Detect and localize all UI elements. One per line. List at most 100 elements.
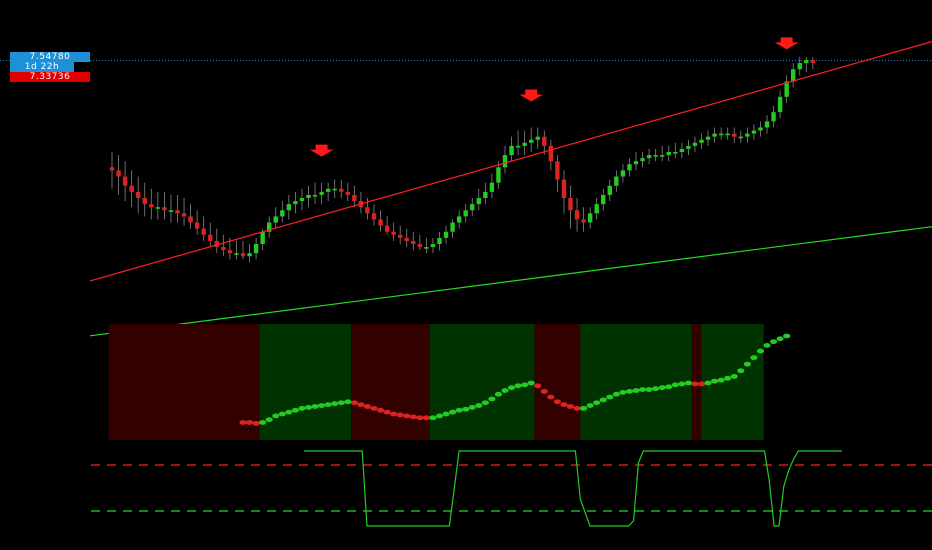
trend-dot bbox=[737, 368, 745, 374]
candle-body bbox=[247, 253, 252, 257]
candle-body bbox=[273, 216, 278, 223]
candle-body bbox=[771, 112, 776, 122]
candle-body bbox=[732, 133, 737, 137]
trend-dot bbox=[704, 380, 712, 386]
trend-dot bbox=[331, 401, 339, 407]
candle-body bbox=[437, 237, 442, 244]
candle-body bbox=[797, 63, 802, 70]
candle-body bbox=[509, 145, 514, 156]
trend-dot bbox=[573, 405, 581, 411]
candle-body bbox=[601, 194, 606, 205]
trend-dot bbox=[455, 407, 463, 413]
trend-dot bbox=[691, 381, 699, 387]
candle-body bbox=[561, 179, 567, 198]
trend-dot bbox=[390, 411, 398, 417]
candle-body bbox=[764, 121, 770, 128]
candle-body bbox=[614, 176, 619, 186]
trend-dot bbox=[350, 400, 358, 406]
candle-body bbox=[122, 176, 128, 186]
candle-body bbox=[548, 145, 554, 162]
trend-dot bbox=[494, 391, 503, 397]
candle-body bbox=[352, 194, 357, 202]
candle-body bbox=[339, 188, 344, 192]
sell-arrow-icon bbox=[309, 144, 334, 157]
candle-body bbox=[692, 142, 698, 146]
candle-body bbox=[594, 204, 599, 214]
candle-body bbox=[240, 253, 246, 257]
candle-body bbox=[280, 210, 285, 217]
trend-dot bbox=[324, 402, 332, 408]
candle-body bbox=[633, 161, 639, 165]
trend-dot bbox=[730, 374, 738, 379]
trend-dot bbox=[239, 420, 247, 425]
candle-body bbox=[574, 210, 580, 220]
candle-body bbox=[234, 253, 239, 255]
candle-body bbox=[391, 231, 396, 235]
candle-body bbox=[476, 198, 481, 205]
trend-dot bbox=[711, 378, 719, 384]
trend-dot bbox=[357, 402, 365, 408]
candle-body bbox=[365, 207, 370, 214]
trend-dot bbox=[783, 333, 791, 339]
trend-dot bbox=[684, 380, 693, 386]
candle-body bbox=[758, 127, 763, 131]
candle-body bbox=[515, 145, 521, 148]
candle-body bbox=[470, 204, 475, 211]
trend-dot bbox=[756, 348, 765, 354]
trend-dot bbox=[259, 420, 267, 425]
upper-channel-line bbox=[89, 40, 932, 282]
trend-dot bbox=[678, 381, 686, 387]
candle-body bbox=[535, 136, 540, 140]
candle-body bbox=[181, 213, 187, 217]
candle-body bbox=[227, 250, 233, 254]
trend-dot bbox=[449, 409, 457, 415]
candle-body bbox=[686, 145, 691, 149]
candle-body bbox=[371, 213, 377, 220]
bear-zone bbox=[351, 324, 430, 440]
candle-body bbox=[679, 148, 685, 152]
candle-body bbox=[450, 222, 455, 232]
trend-dot bbox=[547, 394, 555, 400]
candle-body bbox=[810, 60, 816, 64]
candle-body bbox=[555, 161, 560, 180]
candle-body bbox=[620, 170, 626, 177]
trend-dot bbox=[376, 407, 385, 413]
candle-body bbox=[660, 155, 665, 157]
candle-body bbox=[168, 210, 174, 212]
candle-body bbox=[142, 198, 147, 205]
candle-body bbox=[430, 244, 436, 248]
candle-body bbox=[587, 213, 593, 223]
bull-zone bbox=[429, 324, 535, 440]
candle-body bbox=[384, 225, 390, 232]
candle-body bbox=[804, 60, 809, 64]
trend-dot bbox=[586, 403, 594, 408]
bull-zone bbox=[580, 324, 692, 440]
trend-dot bbox=[435, 413, 444, 419]
candle-body bbox=[221, 247, 226, 251]
trend-dot bbox=[625, 389, 634, 394]
trend-dot bbox=[272, 413, 280, 419]
candle-body bbox=[286, 204, 292, 211]
trend-dot bbox=[566, 404, 575, 409]
candle-body bbox=[299, 198, 305, 202]
candle-body bbox=[627, 164, 632, 171]
trend-dot bbox=[553, 399, 562, 405]
trend-dot bbox=[481, 400, 489, 406]
candle-body bbox=[424, 247, 429, 249]
candle-body bbox=[109, 167, 115, 171]
trend-dot bbox=[507, 385, 516, 391]
candle-body bbox=[542, 136, 547, 146]
candle-body bbox=[417, 244, 423, 248]
candle-body bbox=[306, 194, 311, 198]
trend-dot bbox=[534, 383, 542, 389]
trend-dot bbox=[298, 405, 306, 411]
candle-body bbox=[705, 136, 711, 140]
trend-dot bbox=[304, 405, 313, 410]
candle-body bbox=[496, 167, 501, 183]
candle-body bbox=[175, 210, 180, 214]
trend-dot bbox=[652, 386, 660, 392]
trend-dot bbox=[363, 404, 372, 409]
trend-dot bbox=[344, 399, 352, 405]
trend-dot bbox=[514, 383, 522, 389]
trend-dot bbox=[383, 409, 391, 415]
